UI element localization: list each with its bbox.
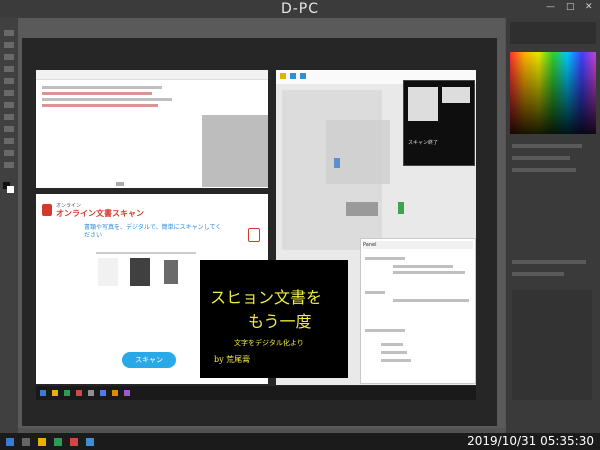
- preview-caption: スキャン終了: [408, 140, 439, 146]
- panel-row: [512, 168, 576, 172]
- eraser-tool-icon[interactable]: [4, 114, 14, 120]
- device-image: [164, 260, 178, 284]
- poster-line2: もう一度: [248, 312, 312, 331]
- taskbar-app-icon[interactable]: [124, 390, 130, 396]
- share-icon[interactable]: [290, 73, 296, 79]
- preview-page: [408, 87, 438, 121]
- property-row: [365, 257, 405, 260]
- gradient-tool-icon[interactable]: [4, 126, 14, 132]
- drive-icon[interactable]: [346, 202, 378, 216]
- tagline: 書類や写真を、デジタルで、簡単にスキャンしてください: [84, 224, 222, 239]
- text-tool-icon[interactable]: [4, 138, 14, 144]
- panel-row: [512, 144, 582, 148]
- start-icon[interactable]: [40, 390, 46, 396]
- list-item[interactable]: [42, 92, 152, 95]
- explorer-icon[interactable]: [38, 438, 46, 446]
- poster-line1: スヒョン文書を: [210, 288, 323, 307]
- property-row: [393, 265, 453, 268]
- scroll-arrow-icon[interactable]: [116, 182, 124, 186]
- file-list-window: [36, 70, 268, 188]
- property-row: [381, 351, 407, 354]
- inner-taskbar: [36, 386, 476, 400]
- drive-status-icon: [398, 202, 404, 214]
- taskbar-app-icon[interactable]: [52, 390, 58, 396]
- file-icon[interactable]: [334, 158, 340, 168]
- taskbar-app-icon[interactable]: [88, 390, 94, 396]
- window-title: D-PC: [280, 1, 320, 17]
- taskbar-app-icon[interactable]: [100, 390, 106, 396]
- maximize-button[interactable]: □: [566, 2, 575, 12]
- taskbar-app-icon[interactable]: [112, 390, 118, 396]
- color-spectrum[interactable]: [510, 52, 596, 134]
- system-clock: 2019/10/31 05:35:30: [467, 434, 594, 448]
- scanner-image: [98, 258, 118, 286]
- property-row: [381, 343, 403, 346]
- taskbar-app-icon[interactable]: [76, 390, 82, 396]
- properties-title: Panel: [363, 241, 473, 249]
- property-row: [393, 299, 469, 302]
- layers-list: [512, 290, 592, 400]
- crop-tool-icon[interactable]: [4, 66, 14, 72]
- panel-row: [512, 272, 564, 276]
- hand-tool-icon[interactable]: [4, 162, 14, 168]
- eyedropper-tool-icon[interactable]: [4, 78, 14, 84]
- search-icon[interactable]: [22, 438, 30, 446]
- lasso-tool-icon[interactable]: [4, 54, 14, 60]
- panel-row: [512, 156, 570, 160]
- property-row: [365, 329, 405, 332]
- poster: スヒョン文書を もう一度 文字をデジタル化より by 荒尾膏: [200, 260, 348, 378]
- settings-icon[interactable]: [248, 228, 260, 242]
- taskbar-app-icon[interactable]: [64, 390, 70, 396]
- taskbar-app-icon[interactable]: [54, 438, 62, 446]
- taskbar-app-icon[interactable]: [70, 438, 78, 446]
- printer-image: [130, 258, 150, 286]
- windows-start-icon[interactable]: [6, 438, 14, 446]
- brush-tool-icon[interactable]: [4, 90, 14, 96]
- property-row: [365, 291, 385, 294]
- close-button[interactable]: ✕: [585, 2, 593, 12]
- list-item[interactable]: [42, 104, 158, 107]
- scan-button[interactable]: スキャン: [122, 352, 176, 368]
- brand-name: オンライン文書スキャン: [56, 209, 144, 218]
- move-tool-icon[interactable]: [4, 30, 14, 36]
- view-icon[interactable]: [300, 73, 306, 79]
- file-list-titlebar: [36, 70, 268, 80]
- list-item[interactable]: [42, 98, 172, 101]
- minimize-button[interactable]: —: [546, 2, 555, 12]
- preview-thumbnail[interactable]: スキャン終了: [403, 80, 475, 166]
- preview-page: [442, 87, 470, 103]
- poster-by: by 荒尾膏: [214, 355, 251, 364]
- pen-tool-icon[interactable]: [4, 150, 14, 156]
- properties-panel: Panel: [360, 238, 476, 384]
- panel-header: [510, 22, 596, 44]
- poster-sub: 文字をデジタル化より: [234, 339, 304, 347]
- tools-panel: [0, 18, 18, 433]
- blurred-overlay: [202, 115, 268, 187]
- app-logo-icon: [42, 204, 52, 216]
- list-item[interactable]: [42, 86, 162, 89]
- panel-row: [512, 260, 586, 264]
- stamp-tool-icon[interactable]: [4, 102, 14, 108]
- divider: [96, 252, 196, 254]
- background-color-swatch[interactable]: [7, 186, 14, 193]
- folder-icon: [280, 73, 286, 79]
- blurred-overlay: [326, 120, 390, 184]
- taskbar-app-icon[interactable]: [86, 438, 94, 446]
- property-row: [381, 359, 411, 362]
- property-row: [393, 271, 465, 274]
- marquee-tool-icon[interactable]: [4, 42, 14, 48]
